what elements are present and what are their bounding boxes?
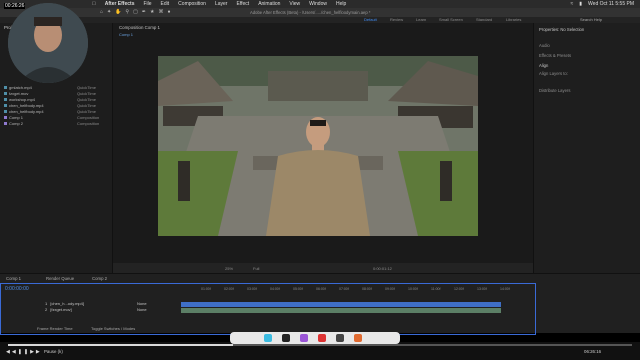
progress-bar[interactable] — [8, 344, 632, 346]
menu-window[interactable]: Window — [309, 1, 327, 7]
file-icon — [4, 104, 7, 107]
app-icon[interactable] — [300, 334, 308, 342]
ruler-tick: 04:00f — [270, 287, 280, 291]
comp-icon — [4, 116, 7, 119]
webcam-person — [8, 3, 88, 83]
composition-viewer[interactable] — [158, 56, 478, 236]
tool-icons[interactable]: ⌂✦✋⚲▢✒★⌘● — [100, 9, 175, 15]
ruler-tick: 08:00f — [362, 287, 372, 291]
composition-panel: Composition Comp 1 Comp 1 25% Full 0:00:… — [113, 23, 533, 273]
ruler-tick: 01:00f — [201, 287, 211, 291]
align-layers-label: Align Layers to: — [539, 71, 568, 76]
tab-comp-1[interactable]: Comp 1 — [6, 276, 21, 281]
zoom-select[interactable]: 25% — [225, 266, 233, 271]
menu-layer[interactable]: Layer — [215, 1, 228, 7]
video-player-bar: ◀◀❚❚▶▶ Pause (k) 06:26:16 — [0, 332, 640, 360]
menu-help[interactable]: Help — [336, 1, 346, 7]
audio-section[interactable]: Audio — [539, 43, 550, 48]
toggle-switches-modes[interactable]: Toggle Switches / Modes — [91, 326, 135, 331]
layer-bar[interactable] — [181, 302, 501, 307]
app-icon[interactable] — [264, 334, 272, 342]
file-icon — [4, 98, 7, 101]
menu-file[interactable]: File — [143, 1, 151, 7]
ruler-tick: 11:00f — [431, 287, 441, 291]
elapsed-time: 00:26:26 — [4, 3, 26, 9]
project-file[interactable]: fzxget.mov QuickTime — [4, 91, 104, 96]
search-help[interactable]: Search Help — [580, 17, 602, 22]
toolbar: ⌂✦✋⚲▢✒★⌘● Adobe After Effects (Beta) - /… — [0, 8, 640, 17]
menu-animation[interactable]: Animation — [258, 1, 280, 7]
webcam-overlay — [8, 3, 88, 83]
clock[interactable]: Wed Oct 11 5:55 PM — [588, 1, 634, 7]
pause-label: Pause (k) — [44, 349, 63, 354]
current-time[interactable]: 0:00:01:12 — [373, 266, 392, 271]
menu-bar:  After Effects File Edit Composition La… — [0, 0, 640, 8]
menu-view[interactable]: View — [289, 1, 300, 7]
properties-panel: Properties: No Selection Audio Effects &… — [533, 23, 640, 273]
battery-icon[interactable]: ▮ — [579, 1, 582, 7]
align-section[interactable]: Align — [539, 63, 548, 68]
workspace-small-screen[interactable]: Small Screen — [439, 17, 463, 22]
app-icon[interactable] — [318, 334, 326, 342]
frame-render-time: Frame Render Time — [37, 326, 73, 331]
app-icon[interactable] — [282, 334, 290, 342]
project-comp[interactable]: Comp 1 Composition — [4, 115, 104, 120]
app-menu[interactable]: After Effects — [105, 1, 135, 7]
progress-fill — [8, 344, 233, 346]
ruler-tick: 10:00f — [408, 287, 418, 291]
file-icon — [4, 110, 7, 113]
ruler-tick: 13:00f — [477, 287, 487, 291]
project-file[interactable]: gmlatch.mp4 QuickTime — [4, 85, 104, 90]
composition-tab[interactable]: Composition Comp 1 — [119, 25, 160, 30]
app-icon[interactable] — [354, 334, 362, 342]
ruler-tick: 03:00f — [247, 287, 257, 291]
timeline-area: 0:00:00:00 01:00f 02:00f 03:00f 04:00f 05:00… — [0, 283, 536, 335]
menu-composition[interactable]: Composition — [178, 1, 206, 7]
ruler-tick: 14:00f — [500, 287, 510, 291]
tab-render-queue[interactable]: Render Queue — [46, 276, 74, 281]
app-icon[interactable] — [336, 334, 344, 342]
workspace-standard[interactable]: Standard — [476, 17, 492, 22]
effects-presets-section[interactable]: Effects & Presets — [539, 53, 571, 58]
viewer-controls: 25% Full 0:00:01:12 — [113, 263, 533, 273]
timeline-timecode[interactable]: 0:00:00:00 — [5, 286, 29, 292]
layer-row[interactable]: 1 [chen_h...ody.mp4] None — [45, 301, 147, 306]
workspace-review[interactable]: Review — [390, 17, 403, 22]
project-file[interactable]: workshop.mp4 QuickTime — [4, 97, 104, 102]
ruler-tick: 05:00f — [293, 287, 303, 291]
workspace-default[interactable]: Default — [364, 17, 377, 22]
remaining-time: 06:26:16 — [584, 349, 602, 354]
ruler-tick: 07:00f — [339, 287, 349, 291]
project-file[interactable]: chen_helfbody.mp4 QuickTime — [4, 103, 104, 108]
workspace-learn[interactable]: Learn — [416, 17, 426, 22]
wifi-icon[interactable]: ≈ — [571, 1, 574, 7]
ruler-tick: 12:00f — [454, 287, 464, 291]
distribute-layers-label: Distribute Layers — [539, 88, 571, 93]
menu-edit[interactable]: Edit — [161, 1, 170, 7]
ruler-tick: 09:00f — [385, 287, 395, 291]
file-icon — [4, 92, 7, 95]
project-comp[interactable]: Comp 2 Composition — [4, 121, 104, 126]
workspace-libraries[interactable]: Libraries — [506, 17, 521, 22]
window-title: Adobe After Effects (Beta) - /Users/....… — [250, 10, 371, 15]
ruler-tick: 06:00f — [316, 287, 326, 291]
file-icon — [4, 86, 7, 89]
layer-row[interactable]: 2 [fzxget.mov] None — [45, 307, 147, 312]
timeline-panel: Comp 1 Render Queue Comp 2 0:00:00:00 01… — [0, 273, 640, 335]
layer-bar[interactable] — [181, 308, 501, 313]
menu-effect[interactable]: Effect — [236, 1, 249, 7]
apple-menu-icon[interactable]:  — [92, 1, 96, 7]
project-file[interactable]: chen_helfbody.mp4 QuickTime — [4, 109, 104, 114]
ruler-tick: 02:00f — [224, 287, 234, 291]
dock — [230, 332, 400, 344]
comp-icon — [4, 122, 7, 125]
quality-select[interactable]: Full — [253, 266, 259, 271]
composition-breadcrumb[interactable]: Comp 1 — [119, 32, 133, 37]
video-frame — [158, 56, 478, 236]
playback-controls[interactable]: ◀◀❚❚▶▶ — [6, 349, 42, 355]
properties-title: Properties: No Selection — [539, 27, 585, 32]
tab-comp-2[interactable]: Comp 2 — [92, 276, 107, 281]
